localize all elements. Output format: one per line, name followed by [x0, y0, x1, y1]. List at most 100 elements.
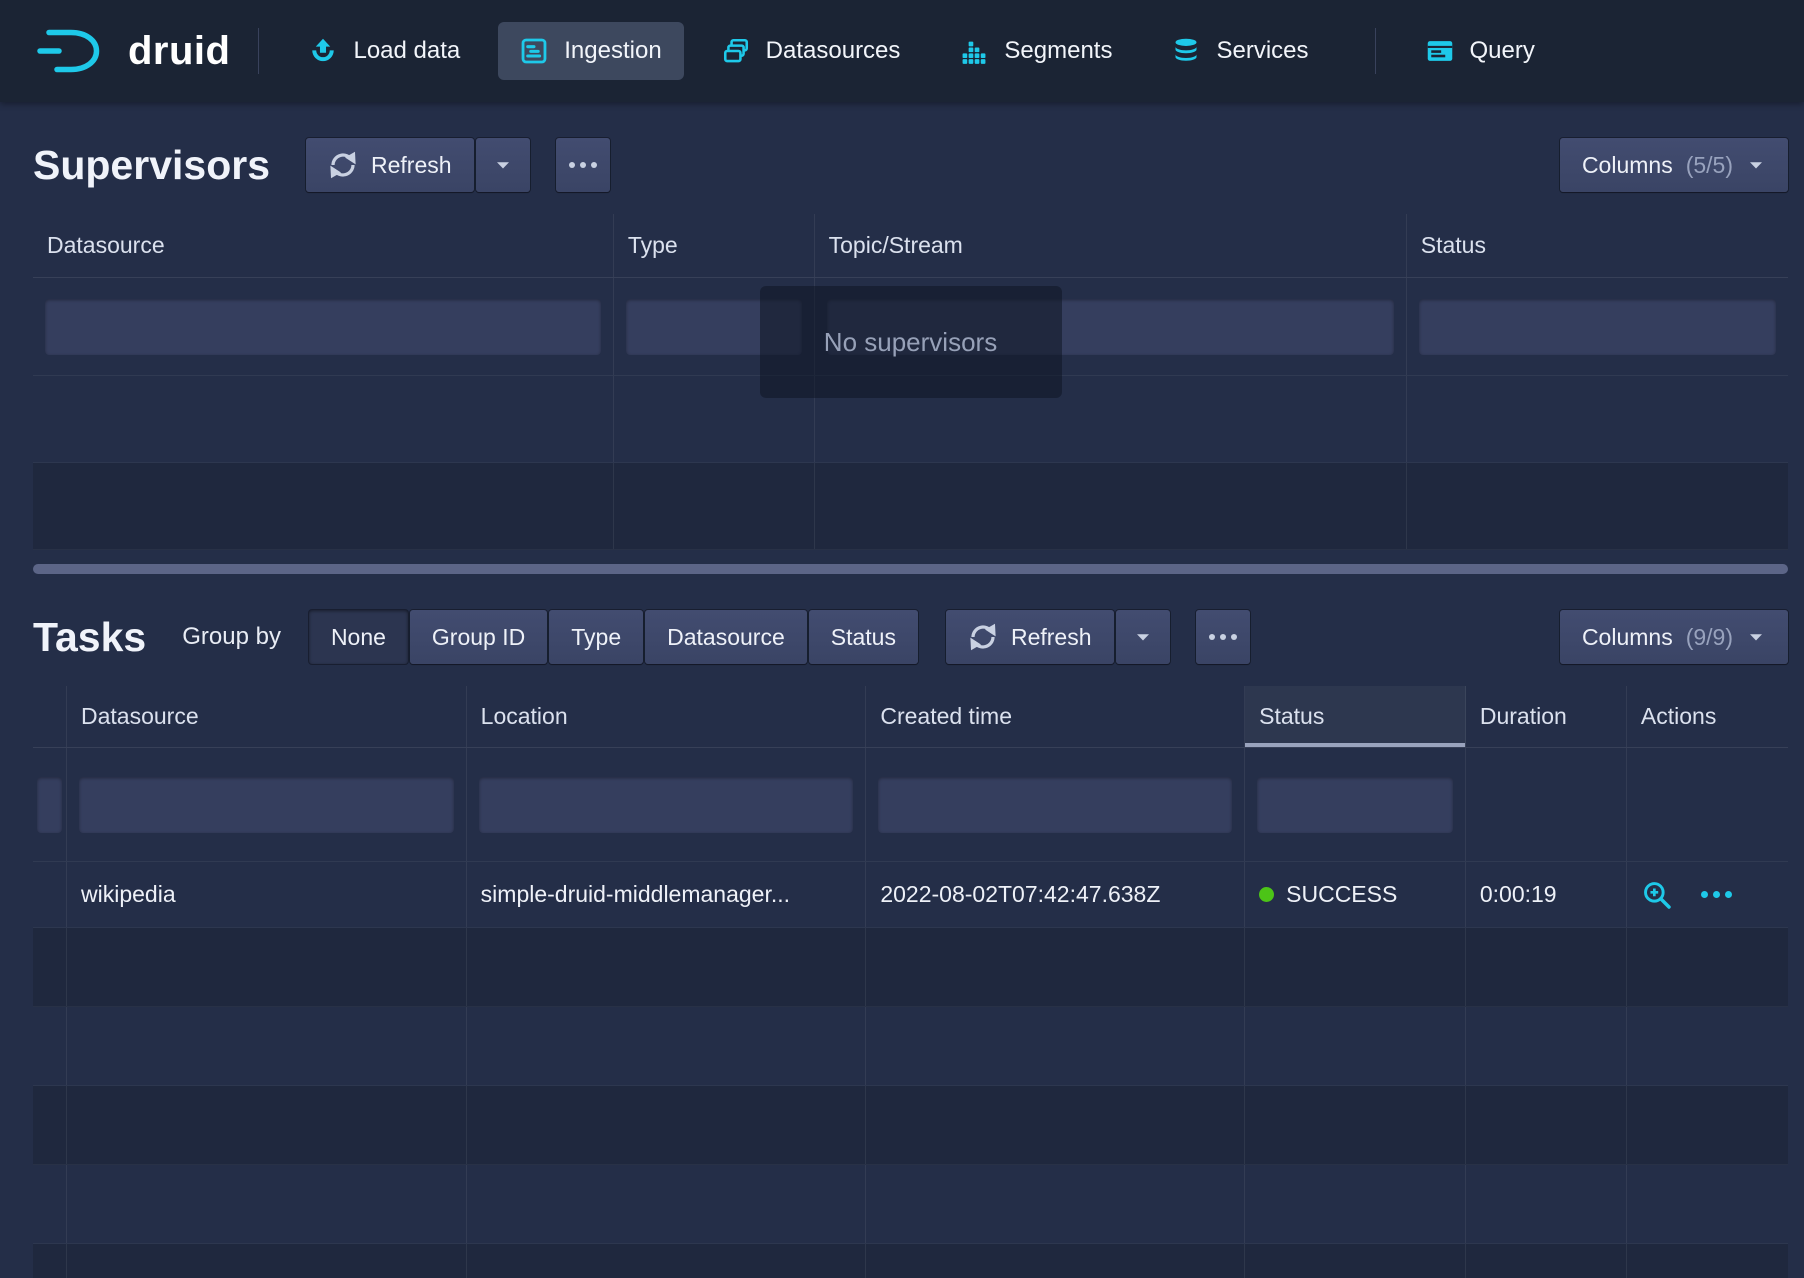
nav-item-services[interactable]: Services: [1150, 22, 1330, 80]
tasks-section: Tasks Group by None Group ID Type Dataso…: [33, 610, 1788, 1278]
empty-table-row: [33, 1244, 1788, 1278]
column-header-datasource[interactable]: Datasource: [67, 686, 467, 747]
columns-label: Columns: [1582, 152, 1673, 179]
tasks-filter-row: [33, 748, 1788, 862]
datasource-filter-input[interactable]: [79, 777, 454, 833]
empty-table-row: [33, 928, 1788, 1007]
empty-table-row: [33, 463, 1788, 550]
services-icon: [1172, 37, 1200, 65]
more-icon: [569, 162, 597, 168]
supervisors-table-header: Datasource Type Topic/Stream Status: [33, 214, 1788, 278]
cell-created-time: 2022-08-02T07:42:47.638Z: [866, 862, 1245, 927]
column-header-status[interactable]: Status: [1407, 214, 1788, 277]
nav-label: Query: [1470, 37, 1535, 65]
refresh-icon: [968, 622, 998, 652]
group-by-label: Group by: [182, 623, 281, 651]
refresh-icon: [328, 150, 358, 180]
topic-stream-filter-input[interactable]: [827, 299, 1394, 355]
column-header-status[interactable]: Status: [1245, 686, 1466, 747]
columns-count: (5/5): [1686, 152, 1733, 179]
nav-item-load-data[interactable]: Load data: [287, 22, 482, 80]
nav-label: Ingestion: [564, 37, 661, 65]
supervisors-title: Supervisors: [33, 142, 270, 189]
nav-item-ingestion[interactable]: Ingestion: [498, 22, 683, 80]
chevron-down-icon: [1133, 627, 1153, 647]
type-filter-input[interactable]: [626, 299, 802, 355]
group-by-datasource-button[interactable]: Datasource: [645, 610, 807, 664]
group-by-group-id-button[interactable]: Group ID: [410, 610, 547, 664]
horizontal-scrollbar[interactable]: [33, 564, 1788, 574]
brand[interactable]: druid: [34, 27, 230, 75]
task-actions-menu-button[interactable]: [1701, 891, 1732, 898]
columns-count: (9/9): [1686, 624, 1733, 651]
columns-label: Columns: [1582, 624, 1673, 651]
refresh-button[interactable]: Refresh: [946, 610, 1114, 664]
column-header-duration[interactable]: Duration: [1466, 686, 1627, 747]
supervisors-columns-button[interactable]: Columns (5/5): [1560, 138, 1788, 192]
task-detail-button[interactable]: [1641, 879, 1673, 911]
chevron-down-icon: [1746, 627, 1766, 647]
nav-item-datasources[interactable]: Datasources: [700, 22, 923, 80]
empty-table-row: [33, 1165, 1788, 1244]
cell-status: SUCCESS: [1245, 862, 1466, 927]
column-header-actions[interactable]: Actions: [1627, 686, 1788, 747]
upload-icon: [309, 37, 337, 65]
refresh-options-button[interactable]: [1116, 610, 1170, 664]
status-filter-input[interactable]: [1257, 777, 1453, 833]
column-header-location[interactable]: Location: [467, 686, 867, 747]
cell-actions: [1627, 862, 1788, 927]
cell-datasource: wikipedia: [67, 862, 467, 927]
datasources-icon: [722, 37, 750, 65]
expander-filter-input[interactable]: [37, 777, 62, 833]
status-filter-input[interactable]: [1419, 299, 1776, 355]
group-by-type-button[interactable]: Type: [549, 610, 643, 664]
refresh-options-button[interactable]: [476, 138, 530, 192]
created-time-filter-input[interactable]: [878, 777, 1232, 833]
task-row-wikipedia[interactable]: wikipedia simple-druid-middlemanager... …: [33, 862, 1788, 928]
tasks-columns-button[interactable]: Columns (9/9): [1560, 610, 1788, 664]
refresh-button[interactable]: Refresh: [306, 138, 474, 192]
column-header-created-time[interactable]: Created time: [866, 686, 1245, 747]
supervisors-filter-row: [33, 278, 1788, 376]
nav-label: Datasources: [766, 37, 901, 65]
nav-item-query[interactable]: Query: [1404, 22, 1557, 80]
nav-label: Load data: [353, 37, 460, 65]
refresh-button-group: Refresh: [946, 610, 1170, 664]
chevron-down-icon: [493, 155, 513, 175]
nav-label: Services: [1216, 37, 1308, 65]
group-by-status-button[interactable]: Status: [809, 610, 918, 664]
location-filter-input[interactable]: [479, 777, 854, 833]
column-header-expander: [33, 686, 67, 747]
tasks-table-header: Datasource Location Created time Status …: [33, 686, 1788, 748]
druid-console: druid Load data Ingestion Datasources: [0, 0, 1804, 1278]
empty-table-row: [33, 1086, 1788, 1165]
supervisors-header: Supervisors Refresh: [33, 138, 1788, 192]
tasks-more-button[interactable]: [1196, 610, 1250, 664]
refresh-label: Refresh: [1011, 624, 1092, 651]
group-by-none-button[interactable]: None: [309, 610, 408, 664]
datasource-filter-input[interactable]: [45, 299, 601, 355]
tasks-header: Tasks Group by None Group ID Type Dataso…: [33, 610, 1788, 664]
supervisors-more-button[interactable]: [556, 138, 610, 192]
segments-icon: [960, 37, 988, 65]
column-header-type[interactable]: Type: [614, 214, 815, 277]
column-header-datasource[interactable]: Datasource: [33, 214, 614, 277]
brand-name: druid: [128, 29, 230, 74]
success-status-dot: [1259, 887, 1274, 902]
nav-item-segments[interactable]: Segments: [938, 22, 1134, 80]
refresh-label: Refresh: [371, 152, 452, 179]
zoom-in-icon: [1641, 879, 1673, 911]
cell-duration: 0:00:19: [1466, 862, 1627, 927]
chevron-down-icon: [1746, 155, 1766, 175]
empty-table-row: [33, 376, 1788, 463]
divider: [1375, 28, 1376, 74]
refresh-button-group: Refresh: [306, 138, 530, 192]
more-icon: [1209, 634, 1237, 640]
tasks-table: Datasource Location Created time Status …: [33, 686, 1788, 1278]
main-content: Supervisors Refresh: [0, 138, 1804, 1278]
column-header-topic-stream[interactable]: Topic/Stream: [815, 214, 1407, 277]
cell-expander: [33, 862, 67, 927]
tasks-title: Tasks: [33, 614, 146, 661]
supervisors-table: Datasource Type Topic/Stream Status: [33, 214, 1788, 550]
empty-table-row: [33, 1007, 1788, 1086]
